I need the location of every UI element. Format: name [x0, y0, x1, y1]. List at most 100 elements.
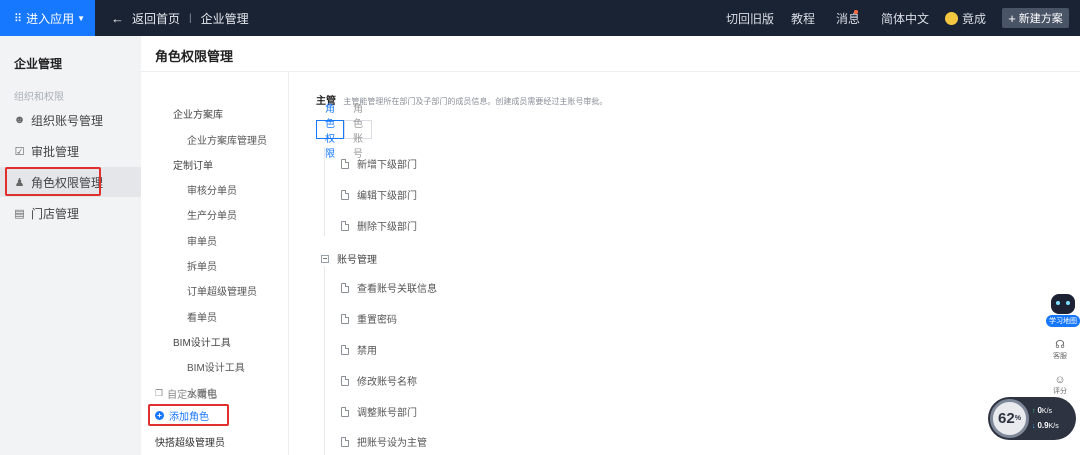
learning-map-label: 学习地图: [1046, 315, 1080, 327]
role-item[interactable]: 企业方案库管理员: [187, 132, 267, 147]
upload-unit: K/s: [1041, 408, 1053, 415]
network-speed-widget[interactable]: 62% ↑ 0K/s ↓ 0.9K/s: [988, 397, 1076, 440]
file-icon: [341, 189, 349, 200]
collapse-icon[interactable]: [321, 254, 329, 263]
download-icon: ↓: [1032, 423, 1036, 430]
smile-icon: ☺: [1054, 374, 1066, 386]
content-header: 角色权限管理: [141, 36, 1080, 72]
role-item[interactable]: 审核分单员: [187, 182, 237, 197]
checkbox-icon: ☑: [14, 145, 25, 158]
robot-icon: [1051, 294, 1075, 314]
file-icon: [341, 344, 349, 355]
tab-role-accounts[interactable]: 角色账号: [344, 104, 372, 160]
sidebar-item-label: 组织账号管理: [31, 113, 104, 128]
file-icon: [341, 375, 349, 386]
permission-label: 新增下级部门: [357, 160, 417, 171]
sidebar-title: 企业管理: [14, 57, 63, 71]
sidebar-group-label: 组织和权限: [14, 92, 64, 103]
store-icon: ▤: [14, 207, 25, 220]
speed-percent-unit: %: [1014, 415, 1021, 422]
upload-speed: ↑ 0K/s: [1032, 406, 1052, 415]
rating-widget[interactable]: ☺ 评分: [1053, 374, 1067, 396]
permission-group-label: 账号管理: [337, 255, 377, 266]
sidebar-item-label: 审批管理: [31, 144, 80, 159]
enter-app-label: 进入应用: [26, 11, 75, 26]
caret-down-icon: ▼: [77, 13, 85, 23]
avatar: [945, 11, 958, 25]
breadcrumb-current: 企业管理: [200, 11, 249, 26]
org-users-icon: ☻: [13, 114, 26, 126]
support-widget[interactable]: ☊ 客服: [1053, 338, 1067, 361]
file-icon: [341, 406, 349, 417]
role-item[interactable]: 订单超级管理员: [187, 283, 257, 298]
permission-item: 重置密码: [341, 311, 397, 326]
permission-label: 把账号设为主管: [357, 438, 427, 449]
role-description: 主管能管理所在部门及子部门的成员信息。创建成员需要经过主账号审批。: [343, 97, 608, 106]
file-icon: [341, 220, 349, 231]
role-item[interactable]: BIM设计工具: [187, 359, 245, 374]
file-icon: [341, 436, 349, 447]
download-value: 0.9: [1037, 421, 1049, 430]
highlight-box: [5, 167, 101, 196]
page-title: 角色权限管理: [155, 49, 234, 64]
switch-old-link[interactable]: 切回旧版: [726, 0, 774, 36]
breadcrumb: ← 返回首页 | 企业管理: [111, 0, 249, 36]
role-item[interactable]: 审单员: [187, 233, 217, 248]
permission-item: 删除下级部门: [341, 218, 417, 233]
new-plan-label: 新建方案: [1018, 13, 1063, 25]
permission-item: 编辑下级部门: [341, 187, 417, 202]
role-tabs: 角色权限 角色账号: [316, 104, 372, 160]
permission-item: 查看账号关联信息: [341, 280, 437, 295]
download-unit: K/s: [1048, 423, 1059, 430]
permission-label: 调整账号部门: [357, 408, 417, 419]
headset-icon: ☊: [1055, 339, 1065, 351]
permission-label: 删除下级部门: [357, 222, 417, 233]
language-select[interactable]: 简体中文: [881, 0, 929, 36]
permission-item: 把账号设为主管: [341, 434, 427, 449]
permission-group-accounts[interactable]: 账号管理: [321, 251, 377, 266]
tree-line: [324, 266, 325, 455]
role-item[interactable]: 看单员: [187, 309, 217, 324]
role-item[interactable]: 生产分单员: [187, 207, 237, 222]
sidebar-item-approvals[interactable]: ☑ 审批管理: [0, 136, 141, 166]
permission-item: 新增下级部门: [341, 156, 417, 171]
permission-item: 修改账号名称: [341, 373, 417, 388]
messages-link[interactable]: 消息: [836, 0, 860, 36]
role-category[interactable]: BIM设计工具: [173, 334, 231, 349]
apps-grid-icon: ⠿: [14, 12, 23, 25]
learning-map-widget[interactable]: 学习地图: [1046, 294, 1080, 327]
role-category[interactable]: 企业方案库: [173, 106, 223, 121]
role-item[interactable]: 拆单员: [187, 258, 217, 273]
sidebar-item-stores[interactable]: ▤ 门店管理: [0, 198, 141, 228]
support-label: 客服: [1053, 353, 1067, 360]
role-category[interactable]: 定制订单: [173, 157, 213, 172]
tree-line: [324, 147, 325, 236]
main-content: 角色权限管理 企业方案库 企业方案库管理员 定制订单 审核分单员 生产分单员 审…: [141, 36, 1080, 455]
permission-item: 禁用: [341, 342, 377, 357]
new-plan-button[interactable]: + 新建方案: [1002, 8, 1069, 28]
copy-icon: ❐: [155, 388, 164, 398]
user-menu[interactable]: 竟成: [945, 0, 986, 36]
tutorial-link[interactable]: 教程: [791, 0, 815, 36]
tab-role-permissions[interactable]: 角色权限: [316, 104, 344, 160]
custom-role-section: ❐ 自定义角色: [155, 386, 217, 401]
top-bar: ⠿ 进入应用 ▼ ← 返回首页 | 企业管理 切回旧版 教程 消息 简体中文 竟…: [0, 0, 1080, 36]
file-icon: [341, 313, 349, 324]
rating-label: 评分: [1053, 388, 1067, 395]
sidebar-item-label: 门店管理: [31, 206, 80, 221]
sidebar-item-org-accounts[interactable]: ☻ 组织账号管理: [0, 105, 141, 135]
permission-label: 修改账号名称: [357, 377, 417, 388]
user-name: 竟成: [962, 11, 987, 26]
enter-app-button[interactable]: ⠿ 进入应用 ▼: [0, 0, 95, 36]
file-icon: [341, 158, 349, 169]
message-badge: [854, 10, 858, 14]
super-admin-role[interactable]: 快搭超级管理员: [155, 434, 225, 449]
back-arrow-icon[interactable]: ←: [111, 11, 124, 26]
back-home-link[interactable]: 返回首页: [132, 10, 180, 27]
permission-label: 禁用: [357, 346, 377, 357]
permission-label: 编辑下级部门: [357, 191, 417, 202]
permission-item: 调整账号部门: [341, 404, 417, 419]
permission-label: 查看账号关联信息: [357, 284, 437, 295]
plus-icon: +: [1008, 10, 1016, 26]
breadcrumb-separator: |: [189, 12, 192, 24]
